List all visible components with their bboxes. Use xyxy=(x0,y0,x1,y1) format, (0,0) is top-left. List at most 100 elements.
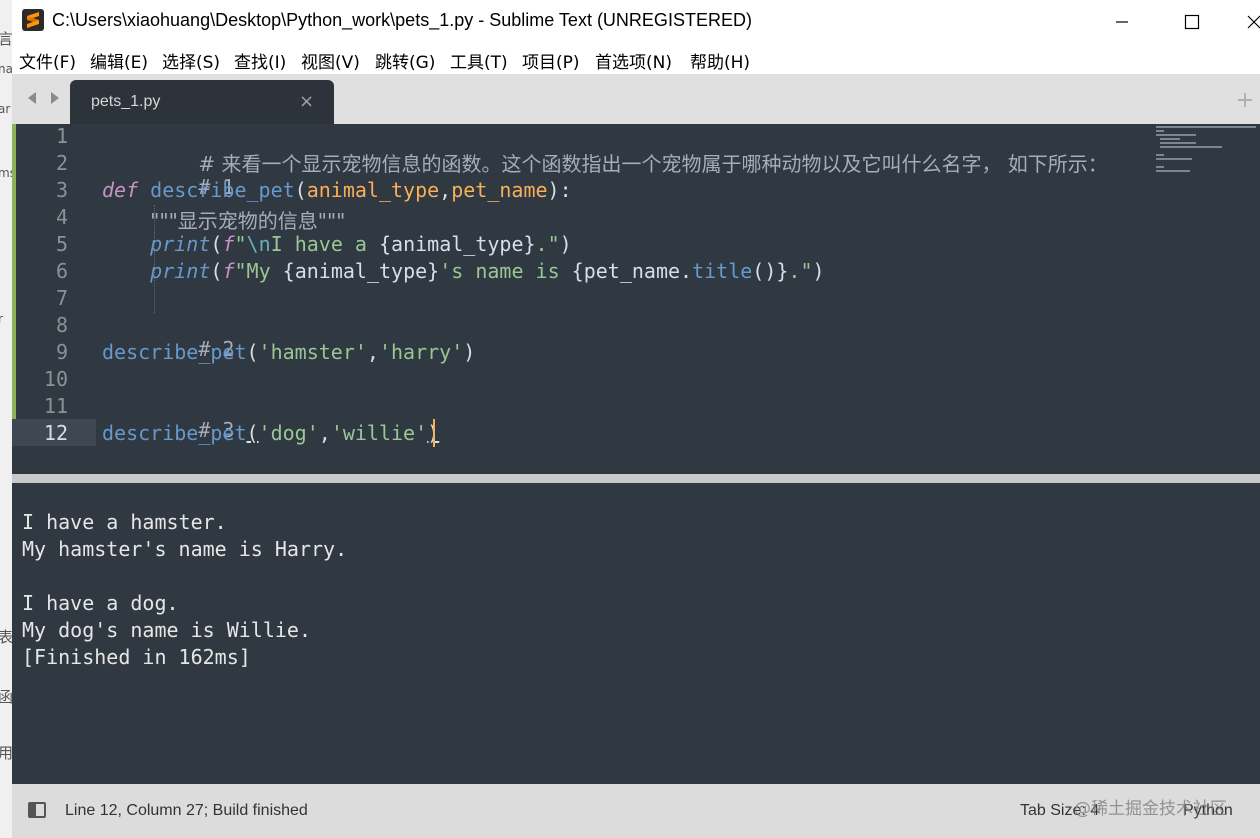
fstring-field: ()} xyxy=(752,259,789,283)
minimap[interactable] xyxy=(1154,124,1260,184)
punct: ) xyxy=(559,232,572,256)
code-line-3: def describe_pet(animal_type,pet_name): xyxy=(102,178,572,202)
punct: ( xyxy=(210,232,223,256)
parameter: animal_type xyxy=(306,178,440,202)
chevron-right-icon[interactable] xyxy=(48,90,62,106)
menu-bar: 文件(F) 编辑(E) 选择(S) 查找(I) 视图(V) 跳转(G) 工具(T… xyxy=(12,44,1260,74)
punct: ( xyxy=(210,259,223,283)
menu-tools[interactable]: 工具(T) xyxy=(450,48,508,73)
menu-edit[interactable]: 编辑(E) xyxy=(90,48,148,73)
output-line: I have a dog. xyxy=(22,591,179,615)
code-area[interactable]: # 来看一个显示宠物信息的函数。这个函数指出一个宠物属于哪种动物以及它叫什么名字… xyxy=(102,124,1162,474)
punct: ( xyxy=(246,340,259,364)
background-text: na xyxy=(0,62,12,76)
string: ." xyxy=(788,259,813,283)
minimap-line xyxy=(1160,138,1180,140)
background-text: 言 xyxy=(0,30,12,48)
output-line: I have a hamster. xyxy=(22,510,227,534)
background-text: ar xyxy=(0,102,11,116)
line-number: 5 xyxy=(55,232,68,256)
tab-label: pets_1.py xyxy=(91,93,161,110)
plus-icon[interactable] xyxy=(1236,91,1254,109)
minimap-line xyxy=(1156,158,1192,160)
menu-project[interactable]: 项目(P) xyxy=(522,48,580,73)
line-number: 3 xyxy=(55,178,68,202)
fstring-prefix: f xyxy=(222,259,235,283)
maximize-button[interactable] xyxy=(1164,4,1220,40)
text-caret xyxy=(433,419,435,447)
close-icon xyxy=(1247,15,1260,29)
builtin-print: print xyxy=(150,232,211,256)
string: 'harry' xyxy=(378,340,464,364)
title-bar[interactable]: C:\Users\xiaohuang\Desktop\Python_work\p… xyxy=(12,0,1260,44)
output-line: [Finished in 162ms] xyxy=(22,645,251,669)
background-text: ms xyxy=(0,166,12,180)
string: 'dog' xyxy=(258,421,319,445)
docstring: """显示宠物的信息""" xyxy=(150,209,346,233)
string: " xyxy=(234,232,247,256)
minimap-line xyxy=(1160,142,1196,144)
background-text: 函 xyxy=(0,688,12,706)
string: ." xyxy=(535,232,560,256)
sublime-text-icon xyxy=(22,9,44,31)
line-number: 7 xyxy=(55,286,68,310)
code-line-5: print(f"\nI have a {animal_type}.") xyxy=(102,232,572,256)
tab-pets-py[interactable]: pets_1.py × xyxy=(70,80,334,124)
output-line: My dog's name is Willie. xyxy=(22,618,311,642)
string: "My xyxy=(234,259,283,283)
output-line: My hamster's name is Harry. xyxy=(22,537,348,561)
string: ' xyxy=(415,421,428,445)
code-line-4: """显示宠物的信息""" xyxy=(102,205,345,234)
punct: ( xyxy=(246,421,259,445)
build-output-panel[interactable]: I have a hamster. My hamster's name is H… xyxy=(12,483,1260,784)
punct: ) xyxy=(463,340,476,364)
builtin-print: print xyxy=(150,259,211,283)
minimap-line xyxy=(1156,126,1256,128)
minimize-icon xyxy=(1116,21,1128,23)
function-call: describe_pet xyxy=(102,340,247,364)
watermark: @稀土掘金技术社区 xyxy=(1074,799,1227,819)
line-number-gutter: 1 2 3 4 5 6 7 8 9 10 11 12 xyxy=(16,124,96,474)
line-number: 4 xyxy=(55,205,68,229)
sublime-window: C:\Users\xiaohuang\Desktop\Python_work\p… xyxy=(12,0,1260,838)
close-button[interactable] xyxy=(1234,4,1260,40)
menu-find[interactable]: 查找(I) xyxy=(234,48,286,73)
fstring-field: {animal_type} xyxy=(282,259,440,283)
chevron-left-icon[interactable] xyxy=(25,90,39,106)
minimap-line xyxy=(1156,166,1164,168)
menu-preferences[interactable]: 首选项(N) xyxy=(595,48,672,73)
code-editor[interactable]: 1 2 3 4 5 6 7 8 9 10 11 12 # 来看一个显示宠物信息的… xyxy=(12,124,1260,474)
punct: ): xyxy=(547,178,572,202)
menu-help[interactable]: 帮助(H) xyxy=(690,48,750,73)
punct: ) xyxy=(812,259,825,283)
menu-selection[interactable]: 选择(S) xyxy=(162,48,220,73)
panel-toggle-icon[interactable] xyxy=(28,802,46,818)
maximize-icon xyxy=(1184,14,1200,30)
method-name: title xyxy=(692,259,753,283)
menu-goto[interactable]: 跳转(G) xyxy=(375,48,435,73)
string: 'willie xyxy=(330,421,416,445)
minimap-line xyxy=(1160,146,1222,148)
punct: , xyxy=(366,340,379,364)
fstring-field: {animal_type} xyxy=(379,232,536,256)
tab-bar: pets_1.py × xyxy=(12,74,1260,124)
menu-file[interactable]: 文件(F) xyxy=(19,48,76,73)
punct: , xyxy=(439,178,452,202)
minimize-button[interactable] xyxy=(1094,4,1150,40)
menu-view[interactable]: 视图(V) xyxy=(301,48,360,73)
background-text: r xyxy=(0,312,3,326)
code-line-12: describe_pet('dog','willie') xyxy=(102,421,439,445)
code-line-6: print(f"My {animal_type}'s name is {pet_… xyxy=(102,259,825,283)
minimap-line xyxy=(1156,134,1196,136)
string: 'hamster' xyxy=(258,340,367,364)
panel-divider[interactable] xyxy=(12,474,1260,483)
tab-close-button[interactable]: × xyxy=(299,91,314,112)
parameter: pet_name xyxy=(451,178,548,202)
line-number: 2 xyxy=(55,151,68,175)
string: I have a xyxy=(270,232,379,256)
fstring-prefix: f xyxy=(222,232,235,256)
window-title: C:\Users\xiaohuang\Desktop\Python_work\p… xyxy=(52,10,752,30)
minimap-line xyxy=(1156,170,1190,172)
fstring-field: {pet_name. xyxy=(571,259,693,283)
punct: ( xyxy=(294,178,307,202)
